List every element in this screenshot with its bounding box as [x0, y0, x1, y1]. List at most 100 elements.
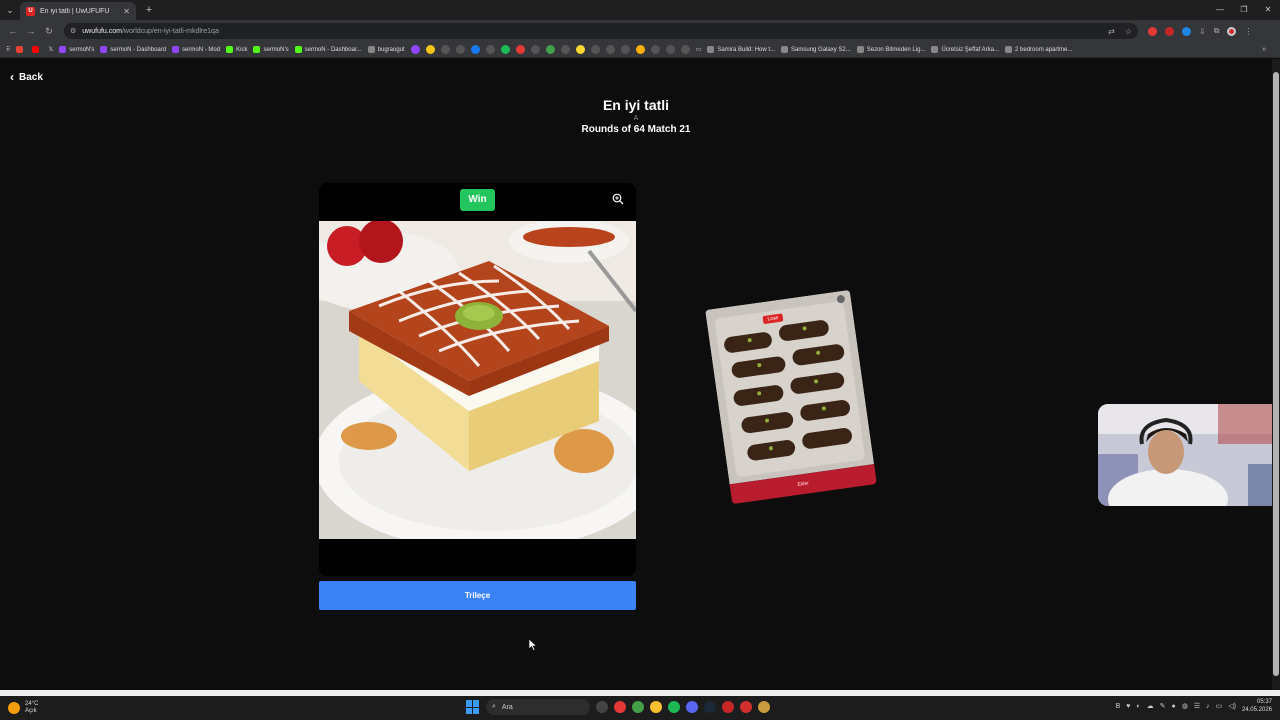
bookmark-icon[interactable] [425, 45, 435, 54]
search-icon: ⌕ [492, 703, 496, 710]
bookmark-icon[interactable] [620, 45, 630, 54]
translate-icon[interactable]: ⇄ [1108, 27, 1115, 36]
downloads-icon[interactable]: ⇩ [1199, 27, 1206, 36]
choose-trilece-button[interactable]: Trileçe [319, 581, 636, 610]
close-window-icon[interactable]: ✕ [1256, 0, 1280, 20]
reload-icon[interactable]: ↻ [40, 26, 58, 37]
bookmark-icon[interactable] [560, 45, 570, 54]
app-icon[interactable] [632, 701, 644, 713]
bookmark-item[interactable]: Ücretsiz Şeffaf Arka... [931, 46, 999, 53]
tray-icon[interactable]: B [1116, 703, 1121, 710]
bookmark-label: Samsung Galaxy S2... [791, 46, 851, 53]
app-icon[interactable] [740, 701, 752, 713]
bookmark-icon[interactable] [455, 45, 465, 54]
taskbar-apps: ⌕ Ara [466, 699, 770, 715]
gmail-icon[interactable] [16, 46, 24, 53]
back-label: Back [19, 71, 43, 83]
winner-card[interactable]: Win [319, 183, 636, 576]
extension-icon[interactable] [1148, 26, 1157, 36]
forward-arrow-icon[interactable]: → [22, 26, 40, 36]
bookmark-item[interactable]: bugraogut [367, 46, 405, 53]
zoom-in-icon[interactable] [612, 193, 624, 205]
bookmark-item[interactable]: Kick [226, 46, 247, 53]
system-tray: B ♥ ◐ ☁ ✎ ● ◍ ☰ ♪ ▭ ◁) 05:37 24.05.2026 [1116, 698, 1272, 714]
tray-icon[interactable]: ● [1172, 703, 1176, 710]
microphone-icon[interactable]: ♪ [1206, 703, 1210, 710]
discord-icon[interactable] [686, 701, 698, 713]
bookmark-item[interactable]: sermoN's [253, 46, 289, 53]
scrollbar-thumb[interactable] [1273, 72, 1279, 676]
bookmark-item[interactable]: sermoN - Dashboard [100, 46, 166, 53]
search-placeholder: Ara [501, 703, 513, 711]
page-content: ‹ Back En iyi tatli A Rounds of 64 Match… [0, 59, 1280, 690]
tray-icon[interactable]: ◐ [1136, 703, 1140, 710]
windows-start-icon[interactable] [466, 700, 480, 714]
bookmark-item[interactable]: Samsung Galaxy S2... [781, 46, 851, 53]
bookmark-item[interactable]: sermoN - Dashboar... [294, 46, 362, 53]
bookmark-icon[interactable] [485, 45, 495, 54]
more-bookmarks-chevron-icon[interactable]: » [1262, 46, 1266, 53]
app-icon[interactable] [722, 701, 734, 713]
tray-icon[interactable]: ☰ [1194, 702, 1200, 710]
bookmark-item[interactable]: Sezon Bitmeden Lig... [856, 46, 925, 53]
taskbar-search[interactable]: ⌕ Ara [486, 699, 590, 715]
steam-icon[interactable] [704, 701, 716, 713]
clock[interactable]: 05:37 24.05.2026 [1242, 698, 1272, 714]
chrome-icon[interactable] [650, 701, 662, 713]
bookmark-icon[interactable] [665, 45, 675, 54]
opera-icon[interactable] [614, 701, 626, 713]
app-icon[interactable] [596, 701, 608, 713]
bookmark-star-icon[interactable]: ☆ [1125, 27, 1132, 36]
page-title: En iyi tatli [602, 97, 670, 113]
bookmark-icon[interactable] [440, 45, 450, 54]
bookmark-icon[interactable] [515, 45, 525, 54]
tray-icon[interactable]: ☁ [1147, 702, 1154, 710]
address-bar[interactable]: ⚙ uwufufu.com /worldcup/en-iyi-tatli-mkd… [64, 23, 1138, 39]
bookmark-icon[interactable] [410, 45, 420, 54]
windows-taskbar: 24°C Açık ⌕ Ara B ♥ ◐ ☁ ✎ ● ◍ ☰ ♪ ▭ ◁) 0… [0, 696, 1280, 720]
bookmark-icon[interactable] [635, 45, 645, 54]
menu-dots-icon[interactable]: ⋮ [1244, 27, 1252, 36]
back-button[interactable]: ‹ Back [10, 70, 43, 84]
bookmark-icon[interactable] [680, 45, 690, 54]
puzzle-extensions-icon[interactable]: ⧉ [1214, 26, 1220, 36]
bookmark-icon[interactable] [650, 45, 660, 54]
new-tab-plus-icon[interactable]: + [140, 4, 158, 16]
folder-icon[interactable]: ▭ [696, 46, 702, 53]
bookmark-item[interactable]: sermoN - Mod [172, 46, 220, 53]
tray-icon[interactable]: ✎ [1160, 702, 1166, 710]
apps-grid-icon[interactable]: ⠿ [6, 46, 10, 53]
webcam-overlay [1098, 404, 1280, 506]
bookmark-icon[interactable] [500, 45, 510, 54]
bookmark-item[interactable]: 2 bedroom apartme... [1005, 46, 1072, 53]
tray-icon[interactable]: ◍ [1182, 702, 1188, 710]
url-host: uwufufu.com [82, 27, 122, 35]
bookmark-icon[interactable] [590, 45, 600, 54]
bookmark-icon[interactable] [605, 45, 615, 54]
network-icon[interactable]: ▭ [1216, 702, 1223, 710]
profile-avatar-icon[interactable] [1227, 26, 1237, 36]
bookmark-icon[interactable] [545, 45, 555, 54]
bookmark-icon[interactable] [470, 45, 480, 54]
bookmark-item[interactable]: sermoN's [59, 46, 94, 53]
extension-icon[interactable] [1165, 26, 1174, 36]
tab-close-icon[interactable]: ✕ [123, 7, 130, 16]
weather-widget[interactable]: 24°C Açık [8, 701, 38, 715]
tab-search-chevron-icon[interactable]: ⌄ [0, 5, 20, 16]
bookmark-label: sermoN - Mod [182, 46, 221, 53]
bookmark-icon[interactable] [530, 45, 540, 54]
extension-icon[interactable] [1182, 26, 1191, 36]
bookmark-item[interactable]: Samira Build: How t... [707, 46, 775, 53]
volume-icon[interactable]: ◁) [1228, 702, 1236, 710]
league-icon[interactable] [758, 701, 770, 713]
back-arrow-icon[interactable]: ← [4, 26, 22, 36]
bookmark-icon[interactable] [575, 45, 585, 54]
x-icon[interactable]: 𝕏 [48, 46, 53, 53]
browser-tab-active[interactable]: U En iyi tatli | UwUFUFU ✕ [20, 2, 136, 20]
youtube-icon[interactable] [32, 46, 40, 53]
tray-icon[interactable]: ♥ [1126, 703, 1130, 710]
site-info-icon[interactable]: ⚙ [70, 27, 76, 35]
restore-icon[interactable]: ❐ [1232, 0, 1256, 20]
minimize-icon[interactable]: — [1208, 0, 1232, 20]
spotify-icon[interactable] [668, 701, 680, 713]
